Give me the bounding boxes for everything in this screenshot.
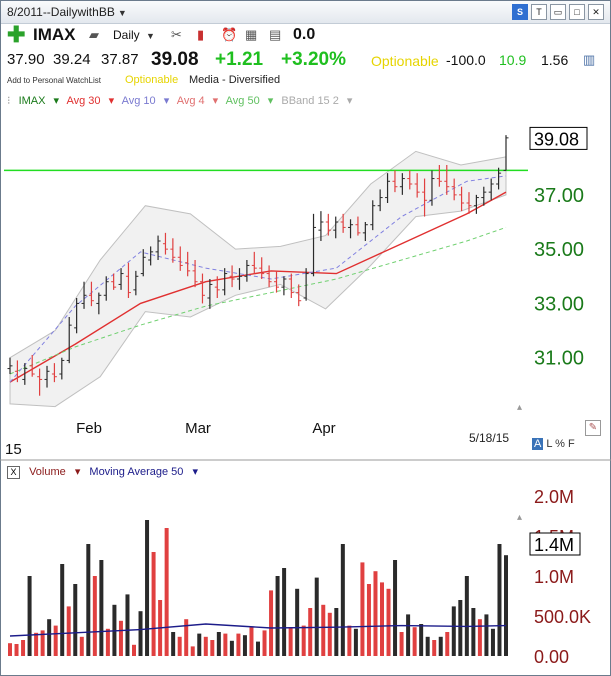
volume-tick-label: 0.00 <box>534 647 569 667</box>
volume-bar <box>373 571 378 656</box>
volume-bar <box>327 612 332 656</box>
axis-arrow-icon: ▴ <box>517 512 522 523</box>
volume-bar <box>425 636 430 656</box>
volume-bar <box>47 619 52 656</box>
volume-bar <box>288 627 293 656</box>
volume-bar <box>386 588 391 656</box>
volume-bar <box>92 576 97 656</box>
volume-bar <box>490 628 495 656</box>
volume-bar <box>340 544 345 656</box>
volume-bar <box>27 576 32 656</box>
volume-bar <box>210 640 215 656</box>
volume-bar <box>66 606 71 656</box>
volume-bar <box>34 632 39 656</box>
last-price-label: 39.08 <box>534 129 579 149</box>
volume-bar <box>73 584 78 656</box>
volume-bar <box>203 636 208 656</box>
volume-bar <box>14 644 19 656</box>
volume-bar <box>412 627 417 656</box>
volume-bar <box>242 635 247 656</box>
volume-bar <box>314 577 319 656</box>
volume-bar <box>295 588 300 656</box>
volume-bar <box>269 590 274 656</box>
volume-bar <box>86 544 91 656</box>
volume-bar <box>99 560 104 656</box>
volume-bar <box>132 644 136 656</box>
volume-tick-label: 2.0M <box>534 487 574 507</box>
volume-bar <box>451 606 456 656</box>
volume-bar <box>497 544 502 656</box>
volume-bar <box>60 564 65 656</box>
volume-last-label: 1.4M <box>534 535 574 555</box>
volume-tick-label: 500.0K <box>534 607 591 627</box>
volume-bar <box>177 636 182 656</box>
volume-bar <box>197 633 202 656</box>
y-tick-label: 33.00 <box>534 293 584 315</box>
volume-bar <box>445 632 450 656</box>
volume-bar <box>118 620 123 656</box>
volume-bar <box>262 630 267 656</box>
volume-bar <box>282 568 287 656</box>
volume-bar <box>164 528 169 656</box>
volume-bar <box>360 562 365 656</box>
y-tick-label: 31.00 <box>534 348 584 370</box>
volume-tick-label: 1.0M <box>534 567 574 587</box>
volume-bar <box>438 636 443 656</box>
volume-bar <box>366 584 371 656</box>
volume-bar <box>145 520 150 656</box>
volume-bar <box>190 646 195 656</box>
axis-arrow-icon: ▴ <box>517 402 522 413</box>
y-tick-label: 35.00 <box>534 239 584 261</box>
volume-bar <box>458 600 463 656</box>
chart-svg: 31.00 33.00 35.00 37.00 39.08 Feb Mar Apr 0.00 50… <box>0 126 611 667</box>
volume-bar <box>138 611 143 656</box>
volume-bar <box>380 582 384 656</box>
volume-bar <box>256 641 260 656</box>
volume-bar <box>399 632 404 656</box>
x-tick-label: Mar <box>185 420 211 437</box>
volume-bar <box>308 608 313 656</box>
volume-bar <box>249 627 254 656</box>
volume-bar <box>229 640 234 656</box>
volume-bar <box>484 614 489 656</box>
volume-bar <box>105 628 110 656</box>
volume-bar <box>406 614 411 656</box>
volume-bar <box>464 576 469 656</box>
volume-bar <box>504 555 508 656</box>
volume-bar <box>275 576 280 656</box>
volume-bar <box>151 552 156 656</box>
volume-bar <box>236 633 241 656</box>
volume-bar <box>347 625 352 656</box>
volume-bar <box>184 619 189 656</box>
volume-bar <box>334 608 339 656</box>
volume-bar <box>471 608 476 656</box>
volume-bar <box>21 640 26 656</box>
volume-bar <box>432 640 437 656</box>
volume-bar <box>53 625 58 656</box>
volume-bar <box>301 625 306 656</box>
volume-bar <box>393 560 398 656</box>
volume-bar <box>125 594 130 656</box>
y-tick-label: 37.00 <box>534 185 584 207</box>
volume-bar <box>223 633 228 656</box>
x-tick-label: Apr <box>312 420 335 437</box>
volume-bar <box>216 632 221 656</box>
volume-bar <box>419 624 424 656</box>
volume-bar <box>8 643 12 656</box>
volume-bar <box>171 632 176 656</box>
volume-ma-line <box>9 623 507 637</box>
x-tick-label: Feb <box>76 420 102 437</box>
volume-bar <box>321 604 326 656</box>
volume-bar <box>477 619 482 656</box>
volume-bar <box>79 636 84 656</box>
volume-bar <box>353 628 358 656</box>
